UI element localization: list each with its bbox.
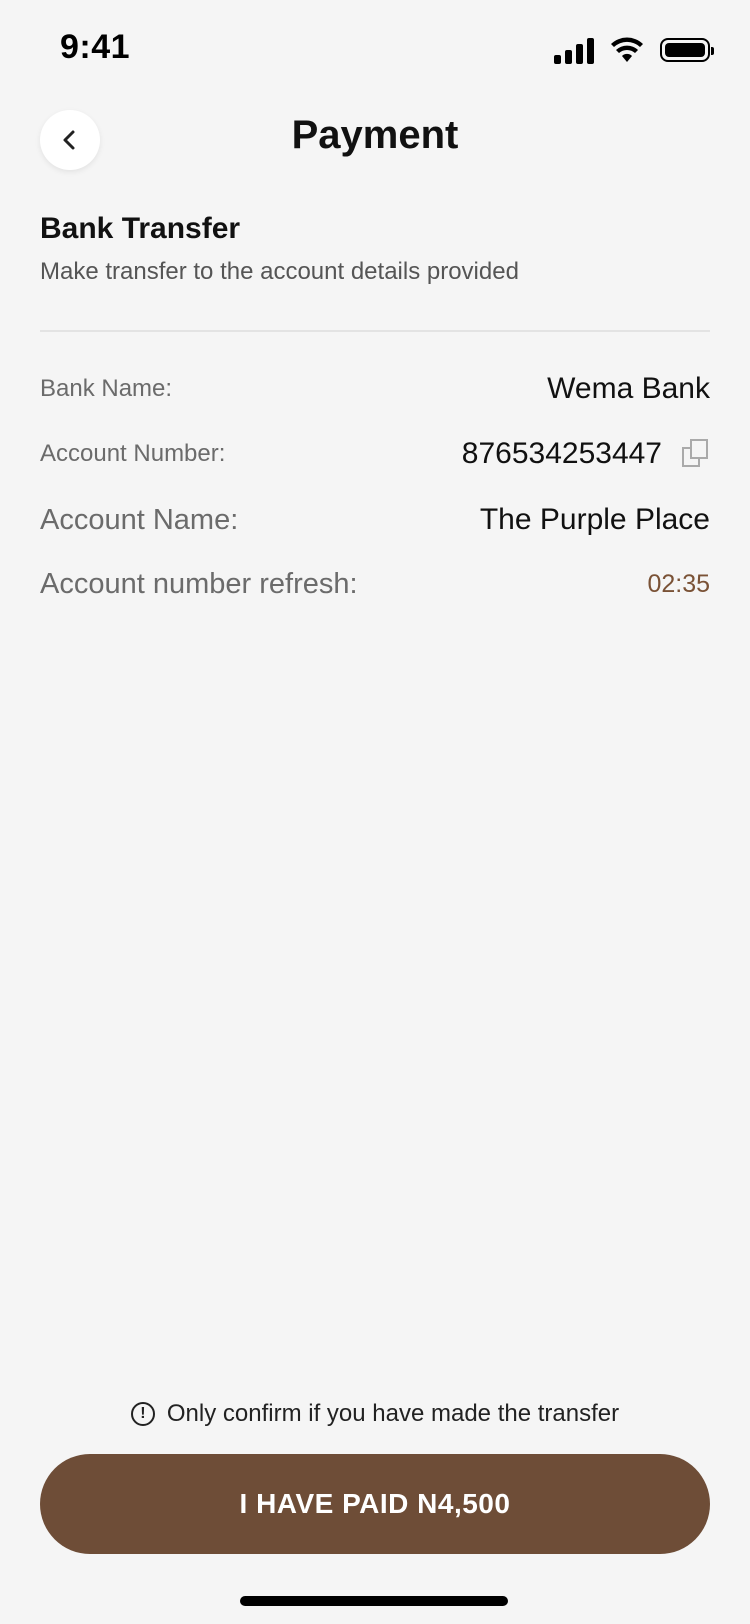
i-have-paid-button[interactable]: I HAVE PAID N4,500 (40, 1454, 710, 1554)
copy-icon[interactable] (682, 439, 710, 469)
account-name-value: The Purple Place (479, 503, 710, 536)
refresh-label: Account number refresh: (40, 568, 358, 600)
info-icon: ! (130, 1402, 155, 1426)
account-name-label: Account Name: (40, 503, 239, 536)
confirm-notice: ! Only confirm if you have made the tran… (0, 1400, 750, 1428)
section-subtitle: Make transfer to the account details pro… (40, 258, 519, 285)
wifi-icon (611, 37, 643, 62)
account-number-wrap: 876534253447 (462, 437, 710, 471)
bank-name-row: Bank Name: Wema Bank (40, 372, 710, 406)
bank-name-value: Wema Bank (547, 372, 710, 405)
section-title: Bank Transfer (40, 212, 241, 245)
status-bar: 9:41 (0, 0, 750, 100)
bank-name-label: Bank Name: (40, 375, 173, 402)
battery-icon (660, 38, 714, 62)
account-number-value: 876534253447 (461, 437, 662, 470)
home-indicator (240, 1596, 508, 1606)
divider (40, 330, 710, 332)
notice-text: Only confirm if you have made the transf… (166, 1400, 620, 1427)
refresh-row: Account number refresh: 02:35 (40, 568, 710, 601)
refresh-timer: 02:35 (647, 570, 710, 598)
header: Payment (0, 105, 750, 175)
account-number-label: Account Number: (40, 440, 226, 467)
account-name-row: Account Name: The Purple Place (40, 503, 710, 537)
page-title: Payment (291, 113, 459, 157)
account-number-row: Account Number: 876534253447 (40, 437, 710, 471)
signal-icon (554, 36, 594, 64)
status-time: 9:41 (60, 28, 131, 66)
status-icons (554, 36, 714, 64)
bank-transfer-section: Bank Transfer Make transfer to the accou… (40, 212, 710, 286)
